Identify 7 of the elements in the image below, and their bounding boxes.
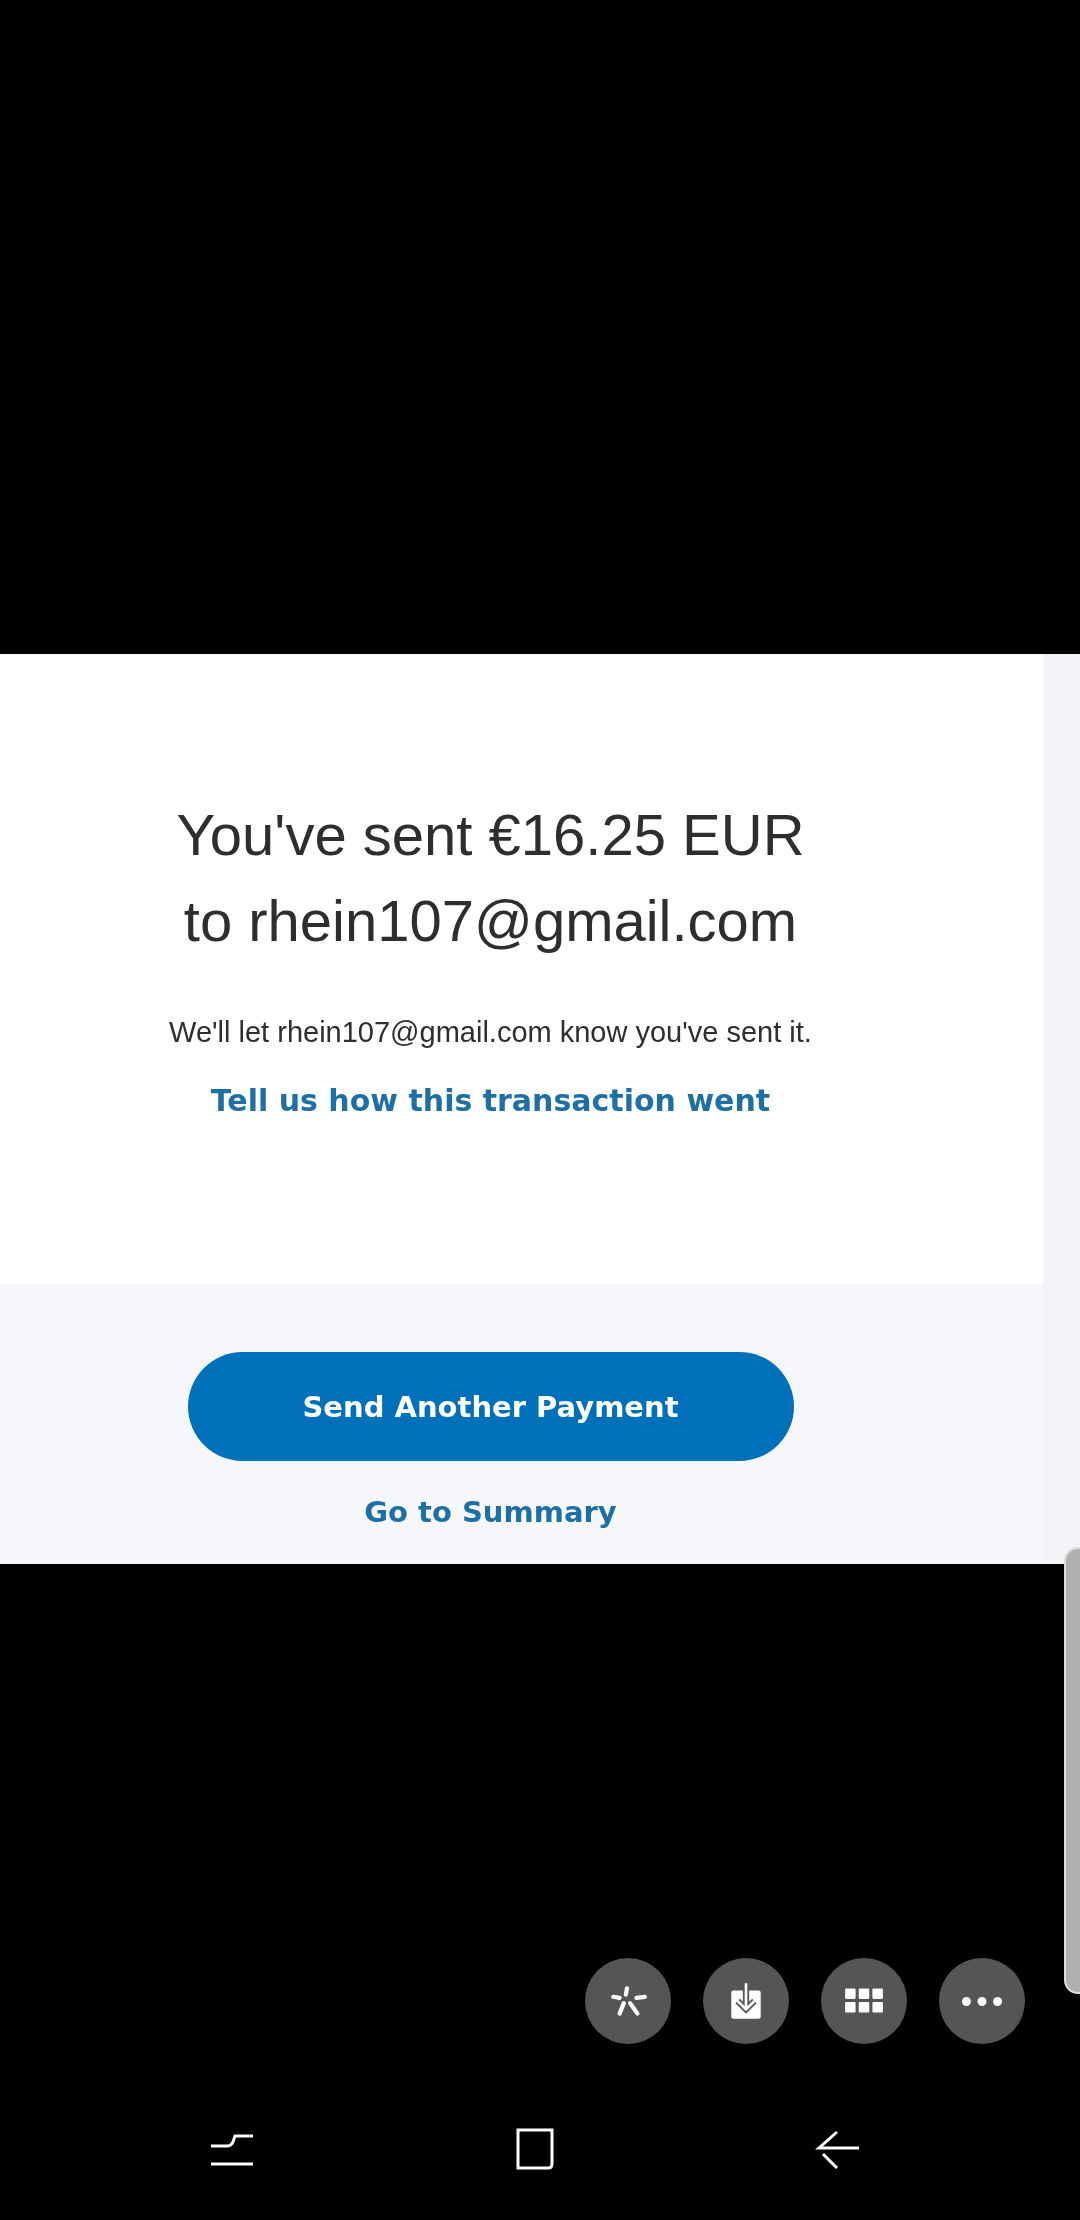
scrollbar[interactable] <box>1064 1547 1080 1994</box>
summary-link[interactable]: Go to Summary <box>364 1495 617 1529</box>
send-another-payment-button[interactable]: Send Another Payment <box>187 1352 794 1461</box>
heading: You've sent €16.25 EUR to rhein107@gmail.com <box>176 801 805 955</box>
more-icon <box>962 1996 1002 2006</box>
feedback-link[interactable]: Tell us how this transaction went <box>210 1083 771 1118</box>
message: We'll let rhein107@gmail.com know you've sent it. <box>169 1016 812 1049</box>
